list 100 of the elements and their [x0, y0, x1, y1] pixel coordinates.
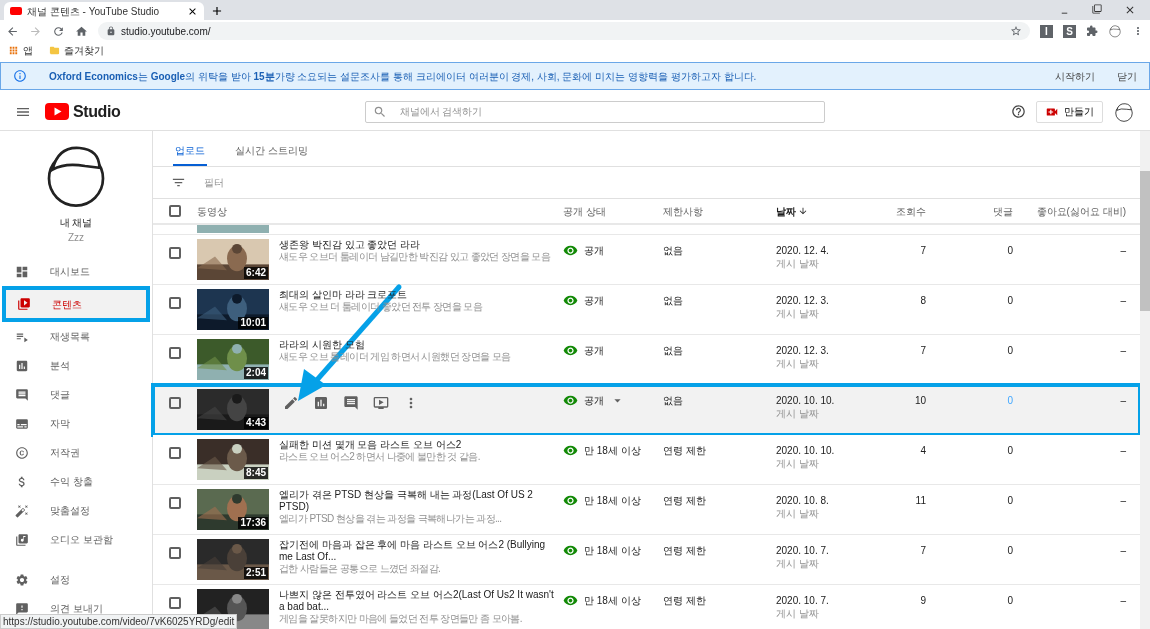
checkbox[interactable] [169, 497, 181, 509]
visibility-label[interactable]: 공개 [584, 243, 604, 258]
date-label: 2020. 12. 4. [776, 244, 830, 258]
views-count: 8 [920, 295, 926, 306]
info-icon [13, 69, 27, 83]
banner-action[interactable]: 닫기 [1117, 68, 1137, 84]
duration-label: 4:43 [244, 417, 268, 429]
video-title[interactable]: 잡기전에 마음과 잡은 후에 마음 라스트 오브 어스2 (Bullying me Last Of... [279, 539, 559, 563]
visibility-label[interactable]: 공개 [584, 393, 604, 408]
comment-icon[interactable] [343, 395, 359, 411]
views-count: 7 [920, 345, 926, 356]
video-title[interactable]: 나쁘지 않은 전투였어 라스트 오브 어스2(Last Of Us2 It wasn't a bad bat... [279, 589, 559, 613]
tab[interactable]: 실시간 스트리밍 [233, 136, 310, 166]
video-icon[interactable] [373, 395, 389, 411]
checkbox[interactable] [169, 205, 181, 217]
restriction-label: 없음 [663, 395, 683, 406]
extension-icon[interactable]: I [1040, 24, 1053, 38]
banner-action[interactable]: 시작하기 [1055, 68, 1095, 84]
video-title[interactable]: 실패한 미션 몇개 모음 라스트 오브 어스2 [279, 439, 462, 451]
column-header[interactable]: 댓글 [993, 205, 1013, 217]
date-note: 게시 날짜 [776, 558, 820, 570]
comments-count[interactable]: 0 [1007, 495, 1013, 506]
column-header[interactable]: 좋아요(싫어요 대비) [1036, 205, 1126, 217]
duration-label: 17:36 [238, 517, 268, 529]
comments-count[interactable]: 0 [1007, 295, 1013, 306]
sidebar-item[interactable]: 분석 [0, 351, 152, 380]
views-count: 9 [920, 595, 926, 606]
comments-count[interactable]: 0 [1007, 345, 1013, 356]
puzzle-icon[interactable] [1086, 25, 1098, 37]
sidebar-item[interactable]: 설정 [0, 565, 152, 594]
new-tab-icon[interactable] [210, 4, 224, 18]
date-label: 2020. 10. 10. [776, 394, 836, 408]
duration-label: 6:42 [244, 267, 268, 279]
date-note: 게시 날짜 [776, 458, 820, 470]
checkbox[interactable] [169, 347, 181, 359]
reload-icon[interactable] [52, 24, 65, 38]
visibility-label[interactable]: 만 18세 이상 [584, 543, 641, 558]
column-header[interactable]: 날짜 [776, 203, 808, 219]
sidebar-item[interactable]: 자막 [0, 409, 152, 438]
bookmark-link[interactable]: 즐겨찾기 [64, 42, 104, 58]
checkbox[interactable] [169, 397, 181, 409]
search-field[interactable]: 채널에서 검색하기 [364, 100, 825, 123]
eye-icon [563, 293, 578, 308]
sidebar-item[interactable]: 맞춤설정 [0, 496, 152, 525]
views-count: 7 [920, 545, 926, 556]
comments-count[interactable]: 0 [1007, 545, 1013, 556]
tab[interactable]: 업로드 [173, 136, 207, 166]
date-label: 2020. 12. 3. [776, 344, 830, 358]
home-icon[interactable] [75, 24, 88, 38]
column-header[interactable]: 제한사항 [663, 205, 703, 217]
scrollbar[interactable] [1140, 131, 1150, 629]
date-label: 2020. 10. 10. [776, 444, 836, 458]
pencil-icon[interactable] [283, 395, 299, 411]
sidebar-item[interactable]: 콘텐츠 [2, 286, 150, 322]
visibility-label[interactable]: 만 18세 이상 [584, 593, 641, 608]
visibility-label[interactable]: 공개 [584, 343, 604, 358]
filter-field[interactable]: 필터 [204, 175, 504, 190]
bookmark-link[interactable]: 앱 [23, 42, 33, 58]
sidebar-item[interactable]: 저작권 [0, 438, 152, 467]
column-header[interactable]: 공개 상태 [563, 205, 606, 217]
video-row[interactable]: 4:43 공개 없음 2020. 10. 10. 게시 날짜 10 0 – [153, 385, 1140, 435]
checkbox[interactable] [169, 547, 181, 559]
checkbox[interactable] [169, 247, 181, 259]
checkbox[interactable] [169, 447, 181, 459]
help-icon[interactable] [1011, 104, 1026, 119]
sidebar-item[interactable]: 대시보드 [0, 257, 152, 286]
column-header[interactable]: 조회수 [896, 205, 926, 217]
visibility-label[interactable]: 만 18세 이상 [584, 493, 641, 508]
create-button[interactable]: 만들기 [1036, 100, 1103, 123]
duration-label: 2:04 [244, 367, 268, 379]
bar-chart-icon[interactable] [313, 395, 329, 411]
sidebar-item[interactable]: 오디오 보관함 [0, 525, 152, 554]
comments-count[interactable]: 0 [1007, 445, 1013, 456]
eye-icon [563, 343, 578, 358]
restore-icon[interactable] [1092, 4, 1102, 14]
apps-icon[interactable] [8, 44, 19, 56]
close-icon[interactable] [1124, 4, 1136, 16]
browser-tab[interactable]: 채널 콘텐츠 - YouTube Studio [4, 2, 204, 20]
back-icon[interactable] [6, 24, 19, 38]
likes-value: – [1120, 445, 1126, 456]
magic-wand-icon [15, 503, 29, 518]
views-count: 4 [920, 445, 926, 456]
sidebar-item[interactable]: 수익 창출 [0, 467, 152, 496]
visibility-label[interactable]: 만 18세 이상 [584, 443, 641, 458]
sidebar-item[interactable]: 댓글 [0, 380, 152, 409]
sidebar-item[interactable]: 재생목록 [0, 322, 152, 351]
comments-count[interactable]: 0 [1007, 595, 1013, 606]
extension-icon[interactable]: S [1063, 24, 1076, 38]
checkbox[interactable] [169, 297, 181, 309]
address-bar[interactable]: studio.youtube.com/ [98, 22, 1030, 40]
checkbox[interactable] [169, 597, 181, 609]
copyright-icon [15, 445, 29, 460]
comments-count[interactable]: 0 [1007, 245, 1013, 256]
video-title[interactable]: 엘리가 겪은 PTSD 현상을 극복해 내는 과정(Last Of US 2 PTSD) [279, 489, 559, 513]
date-label: 2020. 10. 7. [776, 544, 830, 558]
channel-name[interactable]: 내 채널 [59, 215, 93, 230]
column-header[interactable]: 동영상 [197, 205, 227, 217]
star-icon[interactable] [1010, 25, 1022, 37]
video-title[interactable]: 생존왕 박진감 있고 좋았던 라라 [279, 239, 421, 251]
visibility-label[interactable]: 공개 [584, 293, 604, 308]
